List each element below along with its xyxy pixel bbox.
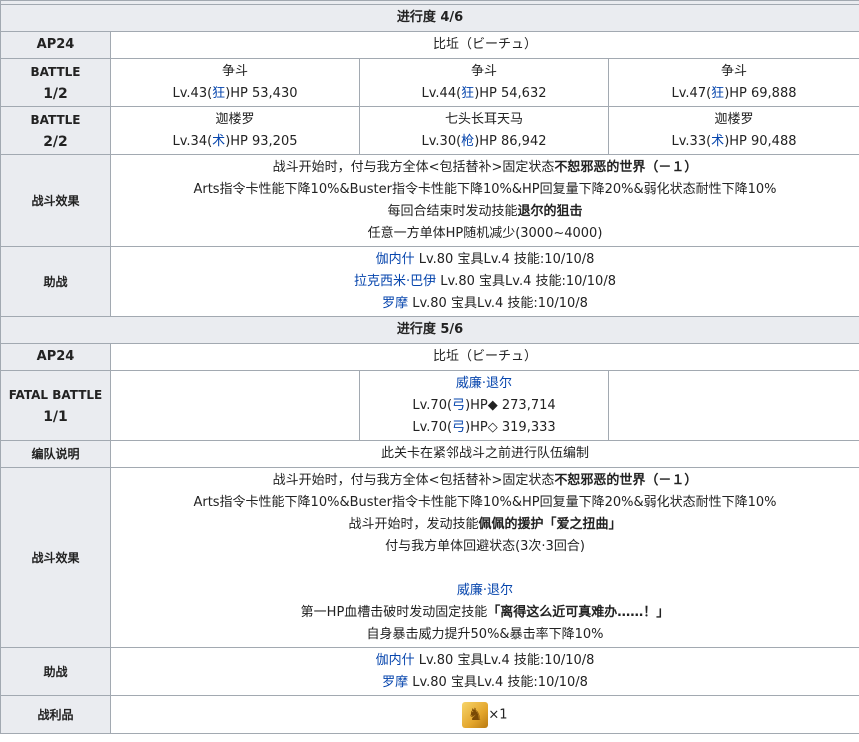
- support-row: 助战 伽内什 Lv.80 宝具Lv.4 技能:10/10/8 罗摩 Lv.80 …: [0, 647, 859, 696]
- enemy-cell: 争斗 Lv.44(狂)HP 54,632: [359, 58, 609, 107]
- formation-label: 编队说明: [0, 440, 111, 468]
- boss-link[interactable]: 威廉·退尔: [113, 580, 857, 602]
- loot-row: 战利品 ♞ ×1: [0, 695, 859, 734]
- empty-cell: [110, 370, 360, 441]
- class-link[interactable]: 枪: [461, 134, 474, 149]
- boss-link[interactable]: 威廉·退尔: [362, 373, 606, 395]
- ap-label: AP24: [0, 31, 111, 59]
- empty-cell: [608, 370, 859, 441]
- enemy-cell: 迦楼罗 Lv.34(术)HP 93,205: [110, 106, 360, 155]
- enemy-cell: 七头长耳天马 Lv.30(枪)HP 86,942: [359, 106, 609, 155]
- servant-link[interactable]: 罗摩: [382, 675, 408, 690]
- effect-row: 战斗效果 战斗开始时，付与我方全体<包括替补>固定状态不恕邪恶的世界（－１） A…: [0, 467, 859, 648]
- enemy-cell: 争斗 Lv.47(狂)HP 69,888: [608, 58, 859, 107]
- enemy-cell: 迦楼罗 Lv.33(术)HP 90,488: [608, 106, 859, 155]
- effect-row: 战斗效果 战斗开始时，付与我方全体<包括替补>固定状态不恕邪恶的世界（－１） A…: [0, 154, 859, 247]
- support-list: 伽内什 Lv.80 宝具Lv.4 技能:10/10/8 拉克西米·巴伊 Lv.8…: [110, 246, 859, 317]
- effect-text: 战斗开始时，付与我方全体<包括替补>固定状态不恕邪恶的世界（－１） Arts指令…: [110, 467, 859, 648]
- support-label: 助战: [0, 647, 111, 696]
- enemy-cell: 争斗 Lv.43(狂)HP 53,430: [110, 58, 360, 107]
- servant-link[interactable]: 伽内什: [376, 252, 415, 267]
- battle-row: BATTLE 1/2 争斗 Lv.43(狂)HP 53,430 争斗 Lv.44…: [0, 58, 859, 107]
- battle-label: BATTLE 2/2: [0, 106, 111, 155]
- battle-label: BATTLE 1/2: [0, 58, 111, 107]
- class-link[interactable]: 术: [212, 134, 225, 149]
- effect-label: 战斗效果: [0, 467, 111, 648]
- battle-row: BATTLE 2/2 迦楼罗 Lv.34(术)HP 93,205 七头长耳天马 …: [0, 106, 859, 155]
- support-label: 助战: [0, 246, 111, 317]
- support-row: 助战 伽内什 Lv.80 宝具Lv.4 技能:10/10/8 拉克西米·巴伊 L…: [0, 246, 859, 317]
- ap-row: AP24 比坵（ビーチュ）: [0, 31, 859, 59]
- class-link[interactable]: 弓: [452, 398, 465, 413]
- fatal-battle-row: FATAL BATTLE 1/1 威廉·退尔 Lv.70(弓)HP◆ 273,7…: [0, 370, 859, 441]
- loot-label: 战利品: [0, 695, 111, 734]
- class-link[interactable]: 狂: [711, 86, 724, 101]
- ap-row: AP24 比坵（ビーチュ）: [0, 343, 859, 371]
- servant-link[interactable]: 拉克西米·巴伊: [354, 274, 436, 289]
- loot-cell: ♞ ×1: [110, 695, 859, 734]
- ap-label: AP24: [0, 343, 111, 371]
- formation-text: 此关卡在紧邻战斗之前进行队伍编制: [110, 440, 859, 468]
- section-title: 进行度 5/6: [0, 316, 859, 344]
- section-header-row: 进行度 4/6: [0, 4, 859, 32]
- ap-value: 比坵（ビーチュ）: [110, 31, 859, 59]
- fatal-battle-label: FATAL BATTLE 1/1: [0, 370, 111, 441]
- class-link[interactable]: 弓: [452, 420, 465, 435]
- class-link[interactable]: 狂: [212, 86, 225, 101]
- boss-cell: 威廉·退尔 Lv.70(弓)HP◆ 273,714 Lv.70(弓)HP◇ 31…: [359, 370, 609, 441]
- effect-label: 战斗效果: [0, 154, 111, 247]
- class-link[interactable]: 狂: [461, 86, 474, 101]
- servant-link[interactable]: 罗摩: [382, 296, 408, 311]
- formation-row: 编队说明 此关卡在紧邻战斗之前进行队伍编制: [0, 440, 859, 468]
- ap-value: 比坵（ビーチュ）: [110, 343, 859, 371]
- loot-count: ×1: [488, 707, 508, 722]
- support-list: 伽内什 Lv.80 宝具Lv.4 技能:10/10/8 罗摩 Lv.80 宝具L…: [110, 647, 859, 696]
- section-header-row: 进行度 5/6: [0, 316, 859, 344]
- class-link[interactable]: 术: [711, 134, 724, 149]
- servant-link[interactable]: 伽内什: [376, 653, 415, 668]
- section-title: 进行度 4/6: [0, 4, 859, 32]
- effect-text: 战斗开始时，付与我方全体<包括替补>固定状态不恕邪恶的世界（－１） Arts指令…: [110, 154, 859, 247]
- gold-item-icon[interactable]: ♞: [462, 701, 489, 728]
- quest-table: 进行度 4/6 AP24 比坵（ビーチュ） BATTLE 1/2 争斗 Lv.4…: [0, 0, 859, 734]
